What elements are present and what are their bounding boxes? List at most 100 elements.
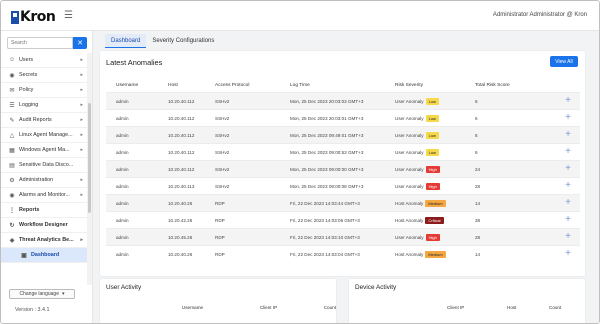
column-header-total-risk-score[interactable]: Total Risk Score bbox=[475, 83, 535, 88]
plus-icon[interactable]: + bbox=[565, 147, 571, 157]
sidebar-item[interactable]: ◉ Secrets ▸ bbox=[1, 68, 87, 83]
cell-access-protocol: SSHv2 bbox=[215, 115, 230, 121]
caret-right-icon: ▸ bbox=[80, 177, 83, 183]
sidebar-scrollbar[interactable] bbox=[87, 53, 92, 285]
user-activity-card: User Activity Username Client IP Count bbox=[100, 279, 336, 323]
sidebar-item-label: Linux Agent Manage... bbox=[19, 132, 73, 138]
cell-total-risk-score: 38 bbox=[475, 217, 481, 223]
table-row[interactable]: admin 10.20.42.26 RDP Fri, 22 Dec 2023 14:0… bbox=[106, 211, 580, 228]
table-row[interactable]: admin 10.20.40.112 SSHv2 Mon, 25 Dec 2023 2… bbox=[106, 109, 580, 126]
column-header-username[interactable]: Username bbox=[182, 305, 260, 310]
search-input[interactable] bbox=[7, 37, 73, 49]
anomalies-table: Username Host Access Protocol Log Time R… bbox=[106, 78, 580, 262]
cell-access-protocol: RDP bbox=[215, 234, 225, 240]
cell-username: admin bbox=[116, 149, 129, 155]
table-row[interactable]: admin 10.20.40.26 RDP Fri, 22 Dec 2023 14:0… bbox=[106, 245, 580, 262]
latest-anomalies-card: Latest Anomalies View All Username Host … bbox=[100, 51, 585, 276]
cell-host: 10.20.40.112 bbox=[168, 115, 195, 121]
user-menu[interactable]: Administrator Administrator @ Kron bbox=[493, 12, 587, 18]
table-row[interactable]: admin 10.20.45.26 RDP Fri, 22 Dec 2023 14:0… bbox=[106, 228, 580, 245]
caret-right-icon: ▸ bbox=[80, 57, 83, 63]
sidebar-item[interactable]: ▦ Windows Agent Ma... ▸ bbox=[1, 143, 87, 158]
sidebar-item[interactable]: ☺ Users ▸ bbox=[1, 53, 87, 68]
sidebar-item[interactable]: △ Linux Agent Manage... ▸ bbox=[1, 128, 87, 143]
cell-host: 10.20.40.26 bbox=[168, 200, 193, 206]
cell-host: 10.20.40.112 bbox=[168, 149, 195, 155]
column-header-client-ip[interactable]: Client IP bbox=[447, 305, 507, 310]
cell-log-time: Fri, 22 Dec 2023 14:03:10 GMT+3 bbox=[290, 234, 360, 240]
close-search-button[interactable]: ✕ bbox=[73, 37, 87, 49]
plus-icon[interactable]: + bbox=[565, 232, 571, 242]
sidebar-item[interactable]: ◉ Alarms and Monitor... ▸ bbox=[1, 188, 87, 203]
sidebar: ✕ ☺Users ▸ ◉ Secrets ▸ ✉ Policy ▸ ☰ Logging ▸ ✎ Audi… bbox=[1, 31, 93, 323]
table-row[interactable]: admin 10.20.40.26 RDP Fri, 22 Dec 2023 14:0… bbox=[106, 194, 580, 211]
column-header-count[interactable]: Count bbox=[324, 305, 336, 310]
gear-icon: ⚙ bbox=[9, 177, 15, 184]
sidebar-item-dashboard[interactable]: ▣ Dashboard bbox=[1, 248, 87, 263]
tab-severity-configurations[interactable]: Severity Configurations bbox=[146, 34, 220, 48]
column-header-host[interactable]: Host bbox=[168, 83, 215, 88]
plus-icon[interactable]: + bbox=[565, 215, 571, 225]
caret-right-icon: ▸ bbox=[80, 147, 83, 153]
scrollbar-thumb[interactable] bbox=[88, 103, 91, 213]
plus-icon[interactable]: + bbox=[565, 113, 571, 123]
column-header-log-time[interactable]: Log Time bbox=[290, 83, 395, 88]
logo-text: Kron bbox=[20, 9, 56, 25]
column-header-client-ip[interactable]: Client IP bbox=[260, 305, 324, 310]
sidebar-search: ✕ bbox=[7, 37, 87, 49]
logging-icon: ☰ bbox=[9, 102, 15, 109]
severity-badge: Low bbox=[425, 131, 439, 139]
sidebar-item-label: Audit Reports bbox=[19, 117, 52, 123]
tab-dashboard[interactable]: Dashboard bbox=[105, 34, 147, 48]
sidebar-item-label: Workflow Designer bbox=[19, 222, 68, 228]
column-header-host[interactable]: Host bbox=[507, 305, 549, 310]
plus-icon[interactable]: + bbox=[565, 164, 571, 174]
cell-log-time: Fri, 22 Dec 2023 14:03:44 GMT+3 bbox=[290, 200, 360, 206]
change-language-label: Change language bbox=[19, 291, 59, 297]
cell-username: admin bbox=[116, 251, 129, 257]
caret-right-icon: ▸ bbox=[80, 117, 83, 123]
plus-icon[interactable]: + bbox=[565, 96, 571, 106]
device-activity-header: Client IP Host Count bbox=[349, 305, 585, 310]
column-header-access-protocol[interactable]: Access Protocol bbox=[215, 83, 290, 88]
hamburger-menu-icon[interactable]: ☰ bbox=[64, 10, 73, 21]
cell-risk-severity: Host Anomaly Critical bbox=[395, 216, 475, 224]
cell-username: admin bbox=[116, 217, 129, 223]
plus-icon[interactable]: + bbox=[565, 130, 571, 140]
plus-icon[interactable]: + bbox=[565, 249, 571, 259]
view-all-button[interactable]: View All bbox=[550, 56, 578, 67]
cell-log-time: Mon, 25 Dec 2023 09:00:00 GMT+3 bbox=[290, 166, 364, 172]
sidebar-item[interactable]: ▤ Sensitive Data Disco... bbox=[1, 158, 87, 173]
plus-icon[interactable]: + bbox=[565, 198, 571, 208]
plus-icon[interactable]: + bbox=[565, 181, 571, 191]
sidebar-item[interactable]: ⚙ Administration ▸ bbox=[1, 173, 87, 188]
bell-icon: ◉ bbox=[9, 192, 15, 199]
caret-right-icon: ▸ bbox=[80, 87, 83, 93]
sidebar-item[interactable]: ✉ Policy ▸ bbox=[1, 83, 87, 98]
cell-actions: + bbox=[535, 164, 575, 174]
table-header: Username Host Access Protocol Log Time R… bbox=[106, 78, 580, 92]
sidebar-item[interactable]: ✎ Audit Reports ▸ bbox=[1, 113, 87, 128]
audit-icon: ✎ bbox=[9, 117, 15, 124]
column-header-risk-severity[interactable]: Risk Severity bbox=[395, 83, 475, 88]
cell-log-time: Fri, 22 Dec 2023 14:03:06 GMT+3 bbox=[290, 217, 360, 223]
cell-total-risk-score: 14 bbox=[475, 200, 481, 206]
sidebar-item[interactable]: ◈ Threat Analytics Be... ▸ bbox=[1, 233, 87, 248]
sidebar-item[interactable]: ↻ Workflow Designer bbox=[1, 218, 87, 233]
column-header-count[interactable]: Count bbox=[549, 305, 561, 310]
column-header-username[interactable]: Username bbox=[106, 83, 168, 88]
anomaly-type: User Anomaly bbox=[395, 234, 424, 240]
cell-username: admin bbox=[116, 234, 129, 240]
anomaly-type: User Anomaly bbox=[395, 98, 424, 104]
kron-logo[interactable]: Kron bbox=[11, 9, 56, 25]
sidebar-item-label: Windows Agent Ma... bbox=[19, 147, 70, 153]
sidebar-item[interactable]: ⋮ Reports bbox=[1, 203, 87, 218]
cell-access-protocol: SSHv2 bbox=[215, 98, 230, 104]
table-row[interactable]: admin 10.20.40.112 SSHv2 Mon, 25 Dec 2023 0… bbox=[106, 160, 580, 177]
table-row[interactable]: admin 10.20.40.112 SSHv2 Mon, 25 Dec 2023 2… bbox=[106, 92, 580, 109]
sidebar-item[interactable]: ☰ Logging ▸ bbox=[1, 98, 87, 113]
table-row[interactable]: admin 10.20.40.113 SSHv2 Mon, 25 Dec 2023 0… bbox=[106, 177, 580, 194]
table-row[interactable]: admin 10.20.40.112 SSHv2 Mon, 25 Dec 2023 0… bbox=[106, 126, 580, 143]
table-row[interactable]: admin 10.20.40.112 SSHv2 Mon, 25 Dec 2023 0… bbox=[106, 143, 580, 160]
change-language-button[interactable]: Change language ▾ bbox=[9, 289, 75, 299]
